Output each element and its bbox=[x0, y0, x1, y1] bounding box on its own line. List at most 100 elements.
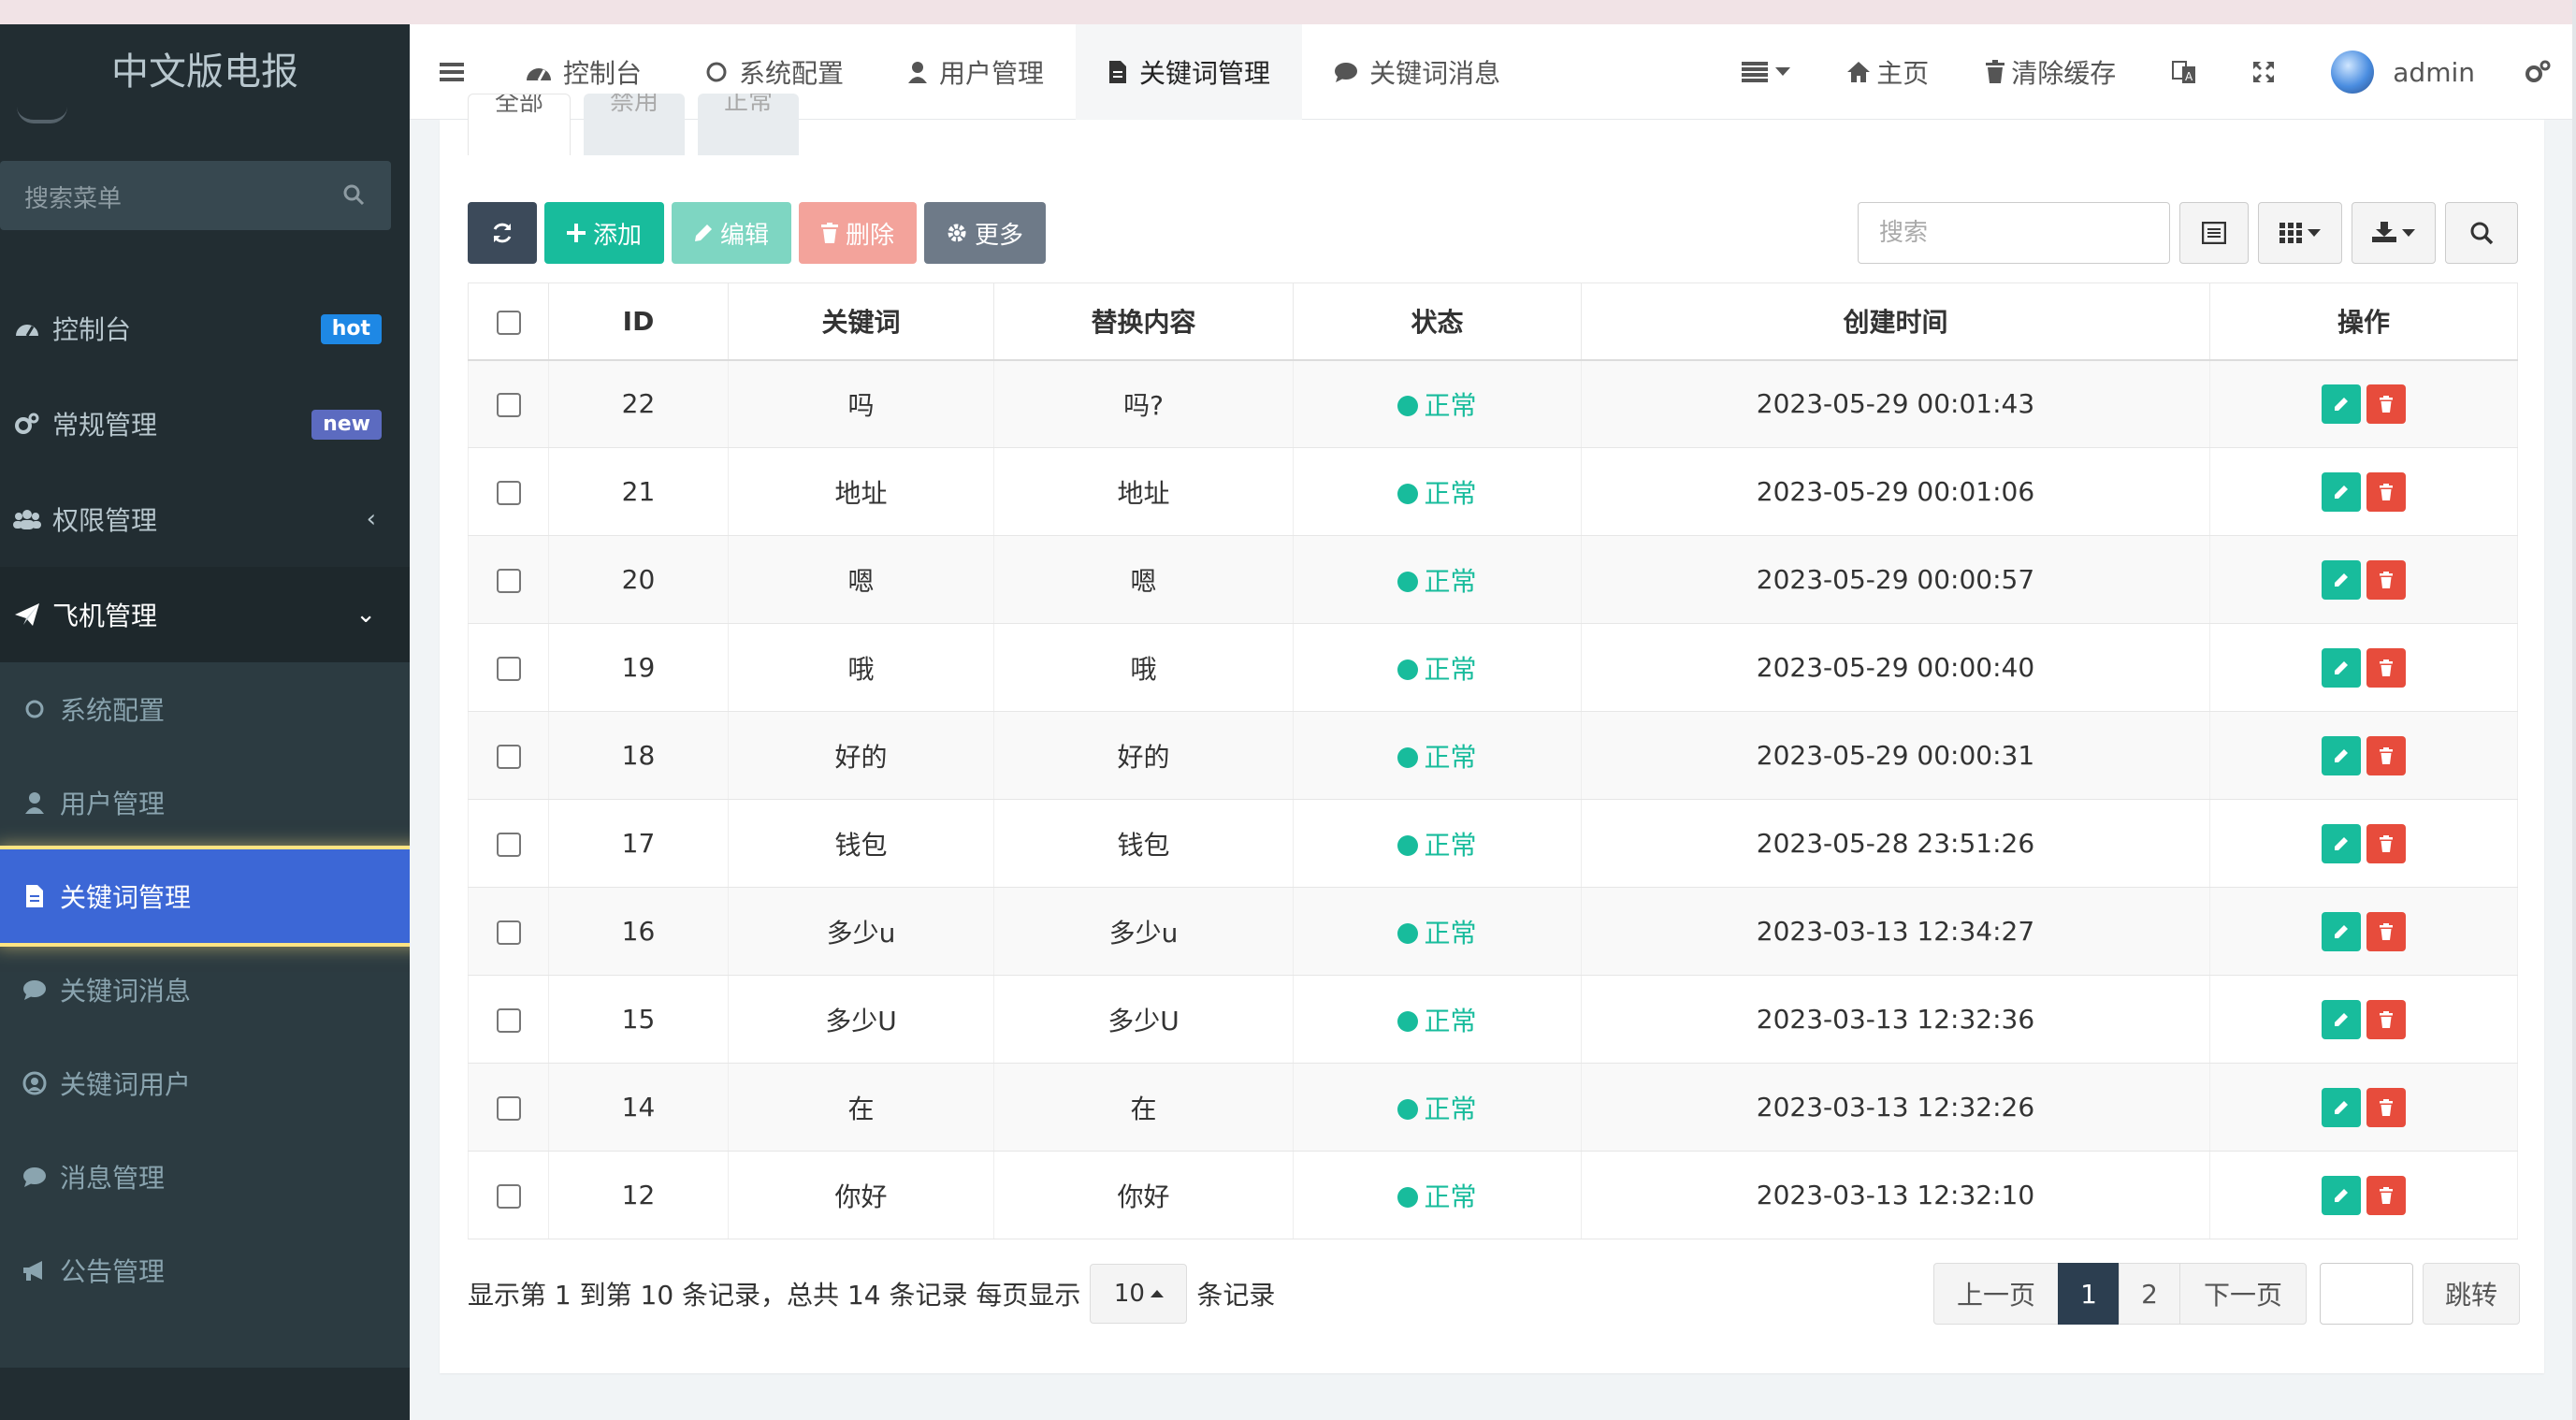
page-size-select[interactable]: 10 bbox=[1090, 1264, 1188, 1324]
edit-row-button[interactable] bbox=[2322, 735, 2361, 775]
table-row[interactable]: 17 钱包 钱包 正常 2023-05-28 23:51:26 bbox=[468, 799, 2518, 888]
row-select-cell[interactable] bbox=[468, 623, 549, 712]
column-header[interactable]: 状态 bbox=[1293, 283, 1582, 361]
sidebar-item-dashboard[interactable]: 控制台 hot bbox=[0, 281, 410, 376]
row-checkbox[interactable] bbox=[496, 920, 521, 945]
status-text[interactable]: 正常 bbox=[1424, 1094, 1476, 1124]
cell-status[interactable]: 正常 bbox=[1293, 975, 1582, 1064]
delete-row-button[interactable] bbox=[2366, 999, 2406, 1039]
delete-row-button[interactable] bbox=[2366, 647, 2406, 688]
status-text[interactable]: 正常 bbox=[1424, 390, 1476, 421]
edit-button[interactable]: 编辑 bbox=[672, 202, 792, 264]
tab-keyword-messages[interactable]: 关键词消息 bbox=[1302, 24, 1532, 120]
table-row[interactable]: 16 多少u 多少u 正常 2023-03-13 12:34:27 bbox=[468, 887, 2518, 976]
table-row[interactable]: 12 你好 你好 正常 2023-03-13 12:32:10 bbox=[468, 1151, 2518, 1239]
fullscreen-button[interactable] bbox=[2224, 24, 2303, 120]
prev-page-button[interactable]: 上一页 bbox=[1933, 1263, 2059, 1325]
more-button[interactable]: 更多 bbox=[924, 202, 1047, 264]
select-all-checkbox[interactable] bbox=[496, 310, 521, 335]
cell-status[interactable]: 正常 bbox=[1293, 887, 1582, 976]
table-row[interactable]: 18 好的 好的 正常 2023-05-29 00:00:31 bbox=[468, 711, 2518, 800]
cell-status[interactable]: 正常 bbox=[1293, 623, 1582, 712]
sidebar-item-plane[interactable]: 飞机管理 ⌄ bbox=[0, 567, 410, 662]
next-page-button[interactable]: 下一页 bbox=[2179, 1263, 2307, 1325]
table-row[interactable]: 14 在在正常 2023-03-13 12:32:26 bbox=[468, 1063, 2518, 1152]
sidebar-search-input[interactable]: 搜索菜单 bbox=[24, 180, 122, 214]
advanced-search-button[interactable] bbox=[2445, 202, 2518, 264]
sidebar-item-permissions[interactable]: 权限管理 ‹ bbox=[0, 471, 410, 567]
search-icon[interactable] bbox=[342, 183, 365, 206]
language-button[interactable]: A bbox=[2144, 24, 2224, 120]
table-row[interactable]: 15 多少U 多少U 正常 2023-03-13 12:32:36 bbox=[468, 975, 2518, 1064]
column-header[interactable]: 创建时间 bbox=[1581, 283, 2210, 361]
row-select-cell[interactable] bbox=[468, 447, 549, 536]
cell-status[interactable]: 正常 bbox=[1293, 711, 1582, 800]
sidebar-item-general[interactable]: 常规管理 new bbox=[0, 376, 410, 471]
row-checkbox[interactable] bbox=[496, 833, 521, 857]
clear-cache-button[interactable]: 清除缓存 bbox=[1957, 24, 2144, 120]
user-menu[interactable]: admin bbox=[2303, 24, 2503, 120]
brand-logo[interactable]: 中文版电报 bbox=[0, 24, 410, 123]
hamburger-icon[interactable] bbox=[440, 62, 464, 82]
row-checkbox[interactable] bbox=[496, 481, 521, 505]
tab-disabled[interactable]: 禁用 bbox=[584, 94, 686, 155]
add-button[interactable]: 添加 bbox=[544, 202, 665, 264]
column-header[interactable]: ID bbox=[548, 283, 729, 361]
status-text[interactable]: 正常 bbox=[1424, 742, 1476, 773]
row-select-cell[interactable] bbox=[468, 359, 549, 448]
cell-status[interactable]: 正常 bbox=[1293, 359, 1582, 448]
row-checkbox[interactable] bbox=[496, 657, 521, 681]
edit-row-button[interactable] bbox=[2322, 999, 2361, 1039]
toggle-view-button[interactable] bbox=[2179, 202, 2249, 264]
delete-row-button[interactable] bbox=[2366, 471, 2406, 512]
tabs-dropdown-button[interactable] bbox=[1714, 24, 1818, 120]
row-checkbox[interactable] bbox=[496, 745, 521, 769]
sidebar-subitem-keywords[interactable]: 关键词管理 bbox=[0, 849, 410, 943]
page-button[interactable]: 1 bbox=[2058, 1263, 2120, 1325]
delete-row-button[interactable] bbox=[2366, 559, 2406, 600]
edit-row-button[interactable] bbox=[2322, 471, 2361, 512]
home-link[interactable]: 主页 bbox=[1818, 24, 1957, 120]
row-checkbox[interactable] bbox=[496, 1184, 521, 1209]
tab-all[interactable]: 全部 bbox=[468, 94, 572, 155]
refresh-button[interactable] bbox=[468, 202, 537, 264]
row-checkbox[interactable] bbox=[496, 1096, 521, 1121]
table-row[interactable]: 22 吗吗? 正常 2023-05-29 00:01:43 bbox=[468, 359, 2518, 448]
status-text[interactable]: 正常 bbox=[1424, 654, 1476, 685]
cell-status[interactable]: 正常 bbox=[1293, 799, 1582, 888]
row-select-cell[interactable] bbox=[468, 535, 549, 624]
jump-button[interactable]: 跳转 bbox=[2423, 1263, 2520, 1325]
row-select-cell[interactable] bbox=[468, 711, 549, 800]
status-text[interactable]: 正常 bbox=[1424, 1006, 1476, 1036]
status-text[interactable]: 正常 bbox=[1424, 566, 1476, 597]
delete-row-button[interactable] bbox=[2366, 1087, 2406, 1127]
column-header[interactable]: 替换内容 bbox=[993, 283, 1294, 361]
edit-row-button[interactable] bbox=[2322, 1087, 2361, 1127]
edit-row-button[interactable] bbox=[2322, 823, 2361, 863]
cell-status[interactable]: 正常 bbox=[1293, 447, 1582, 536]
row-select-cell[interactable] bbox=[468, 799, 549, 888]
cell-status[interactable]: 正常 bbox=[1293, 535, 1582, 624]
sidebar-subitem-messages[interactable]: 消息管理 bbox=[0, 1130, 410, 1224]
table-row[interactable]: 20 嗯嗯正常 2023-05-29 00:00:57 bbox=[468, 535, 2518, 624]
table-row[interactable]: 21 地址 地址 正常 2023-05-29 00:01:06 bbox=[468, 447, 2518, 536]
edit-row-button[interactable] bbox=[2322, 911, 2361, 951]
cell-status[interactable]: 正常 bbox=[1293, 1063, 1582, 1152]
sidebar-subitem-keyword-messages[interactable]: 关键词消息 bbox=[0, 943, 410, 1036]
status-text[interactable]: 正常 bbox=[1424, 918, 1476, 949]
export-button[interactable] bbox=[2352, 202, 2436, 264]
edit-row-button[interactable] bbox=[2322, 1175, 2361, 1215]
tab-normal[interactable]: 正常 bbox=[698, 94, 800, 155]
delete-row-button[interactable] bbox=[2366, 823, 2406, 863]
sidebar-subitem-config[interactable]: 系统配置 bbox=[0, 662, 410, 756]
jump-page-input[interactable] bbox=[2320, 1263, 2413, 1325]
row-checkbox[interactable] bbox=[496, 569, 521, 593]
page-button[interactable]: 2 bbox=[2119, 1263, 2180, 1325]
select-all-header[interactable] bbox=[468, 283, 549, 361]
edit-row-button[interactable] bbox=[2322, 384, 2361, 424]
tab-user-management[interactable]: 用户管理 bbox=[876, 24, 1076, 120]
sidebar-subitem-keyword-users[interactable]: 关键词用户 bbox=[0, 1036, 410, 1130]
edit-row-button[interactable] bbox=[2322, 559, 2361, 600]
status-text[interactable]: 正常 bbox=[1424, 478, 1476, 509]
table-search-input[interactable] bbox=[1858, 202, 2170, 264]
